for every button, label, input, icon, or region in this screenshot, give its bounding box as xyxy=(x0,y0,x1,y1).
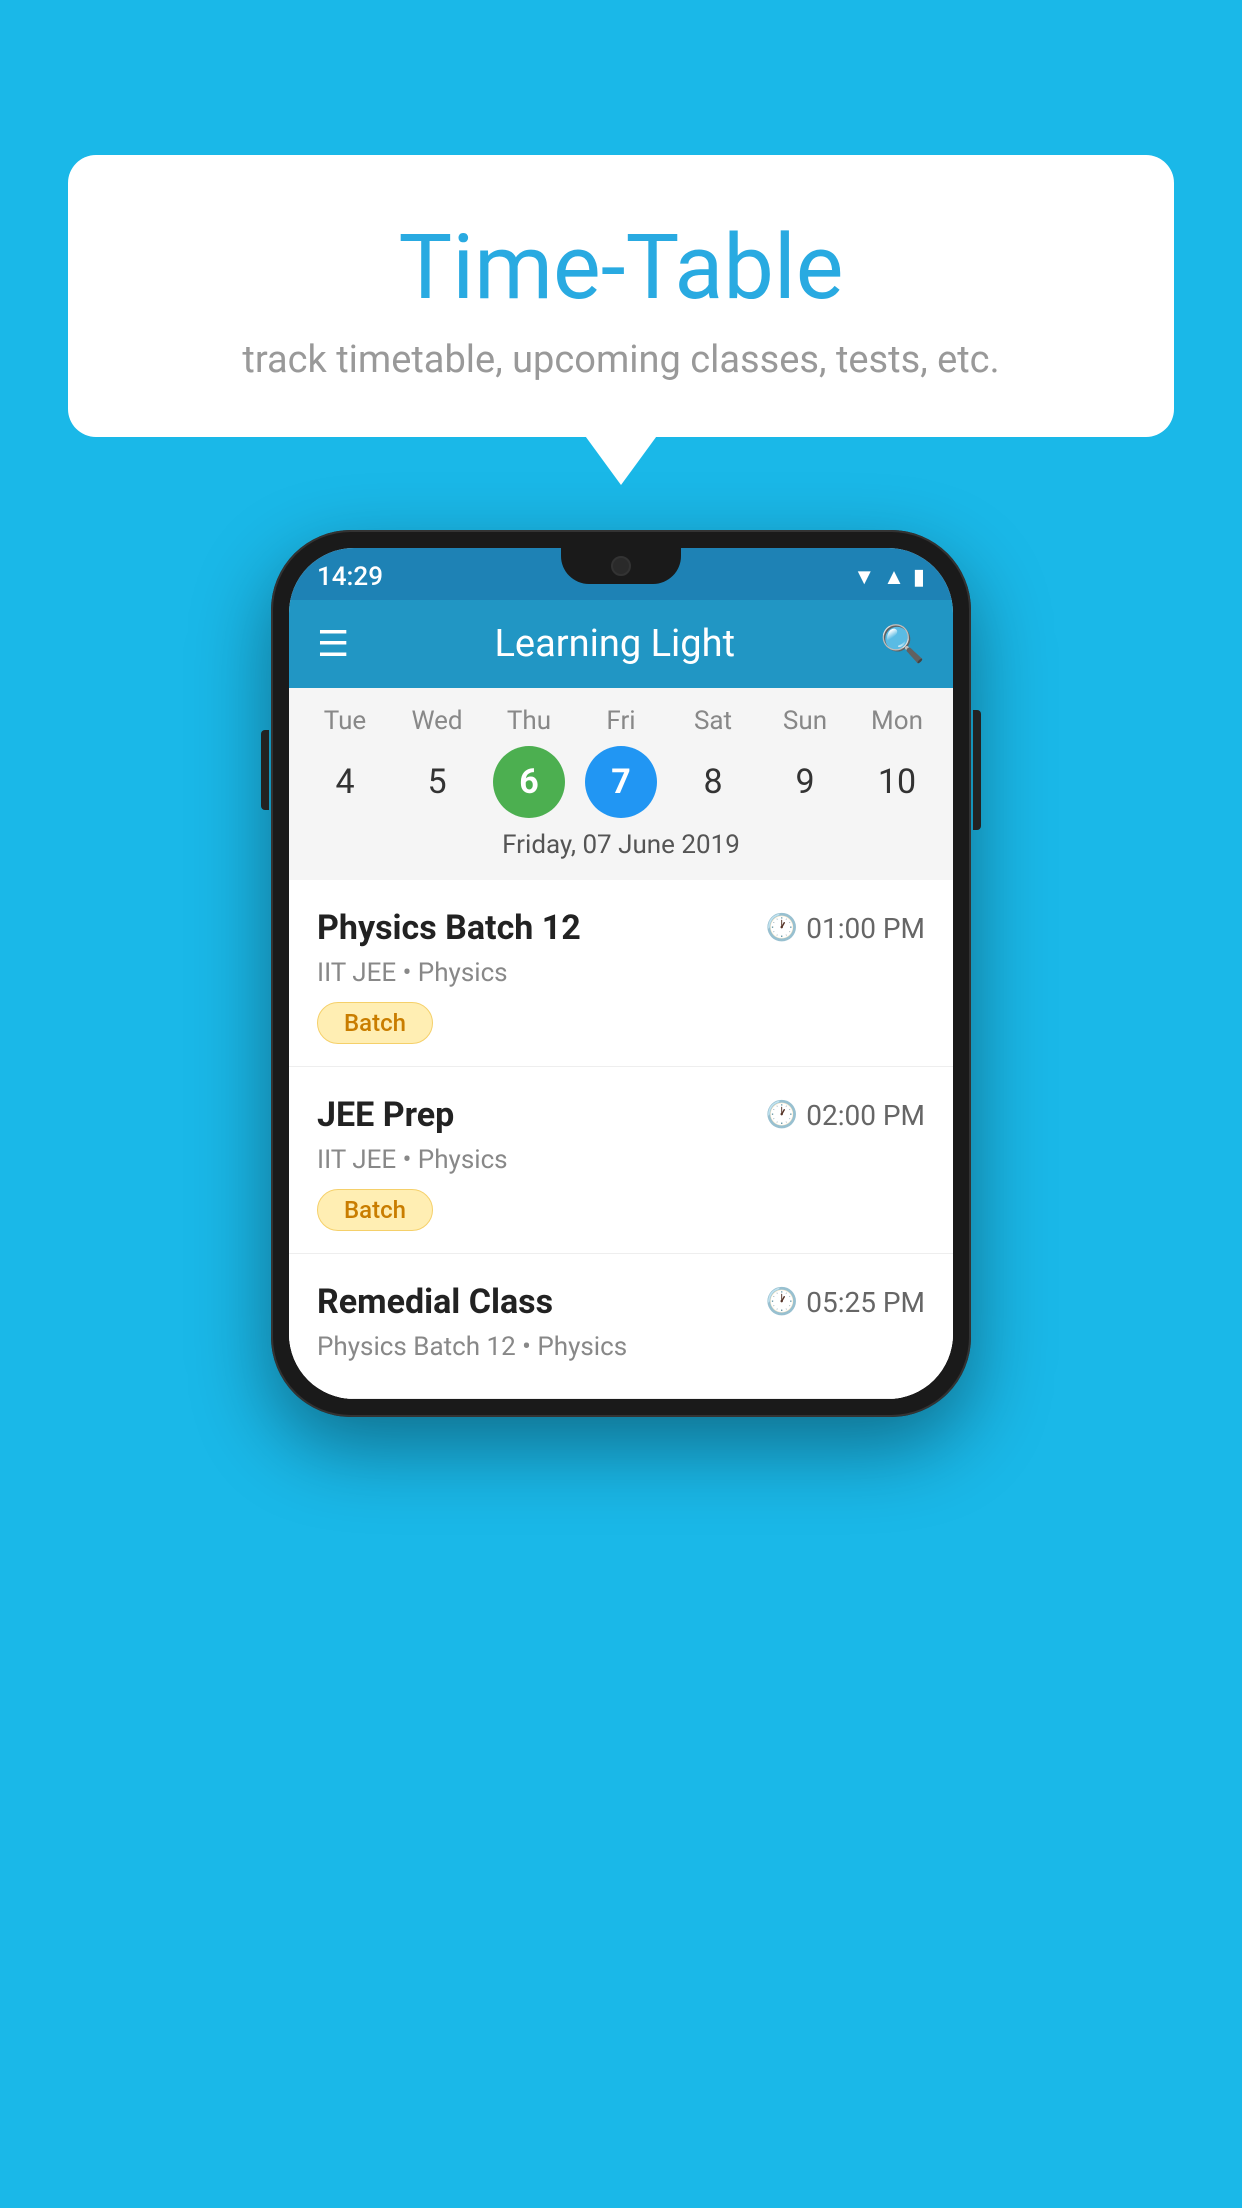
calendar-strip[interactable]: Tue Wed Thu Fri Sat Sun Mon 4 5 6 7 8 9 … xyxy=(289,688,953,880)
status-time: 14:29 xyxy=(317,562,383,592)
battery-icon: ▮ xyxy=(913,565,925,590)
schedule-item-1-time: 🕐 01:00 PM xyxy=(766,912,925,945)
phone-notch xyxy=(561,548,681,584)
day-header-thu: Thu xyxy=(493,706,565,736)
day-5[interactable]: 5 xyxy=(401,746,473,818)
search-icon[interactable]: 🔍 xyxy=(880,623,925,665)
day-8[interactable]: 8 xyxy=(677,746,749,818)
batch-tag-2: Batch xyxy=(317,1189,433,1231)
phone-button-left xyxy=(261,730,269,810)
clock-icon-1: 🕐 xyxy=(766,913,798,943)
schedule-item-3-time: 🕐 05:25 PM xyxy=(766,1286,925,1319)
phone-outer: 14:29 ▼ ▲ ▮ ☰ Learning Light 🔍 Tue Wed T… xyxy=(271,530,971,1417)
clock-icon-2: 🕐 xyxy=(766,1100,798,1130)
schedule-item-1-subtitle: IIT JEE • Physics xyxy=(317,958,925,988)
app-bar: ☰ Learning Light 🔍 xyxy=(289,600,953,688)
schedule-item-1-header: Physics Batch 12 🕐 01:00 PM xyxy=(317,908,925,948)
schedule-item-1-title: Physics Batch 12 xyxy=(317,908,581,948)
schedule-item-3-title: Remedial Class xyxy=(317,1282,553,1322)
day-6-today[interactable]: 6 xyxy=(493,746,565,818)
phone-screen: 14:29 ▼ ▲ ▮ ☰ Learning Light 🔍 Tue Wed T… xyxy=(289,548,953,1399)
day-headers: Tue Wed Thu Fri Sat Sun Mon xyxy=(289,706,953,736)
day-9[interactable]: 9 xyxy=(769,746,841,818)
schedule-item-2-time: 🕐 02:00 PM xyxy=(766,1099,925,1132)
schedule-item-2-header: JEE Prep 🕐 02:00 PM xyxy=(317,1095,925,1135)
signal-icon: ▲ xyxy=(883,564,905,590)
schedule-item-1[interactable]: Physics Batch 12 🕐 01:00 PM IIT JEE • Ph… xyxy=(289,880,953,1067)
bubble-title: Time-Table xyxy=(128,215,1114,320)
phone-button-right xyxy=(973,710,981,830)
phone-mockup: 14:29 ▼ ▲ ▮ ☰ Learning Light 🔍 Tue Wed T… xyxy=(271,530,971,1417)
phone-camera xyxy=(611,556,631,576)
batch-tag-1: Batch xyxy=(317,1002,433,1044)
schedule-list: Physics Batch 12 🕐 01:00 PM IIT JEE • Ph… xyxy=(289,880,953,1399)
day-header-sun: Sun xyxy=(769,706,841,736)
schedule-item-2-title: JEE Prep xyxy=(317,1095,454,1135)
day-4[interactable]: 4 xyxy=(309,746,381,818)
selected-date-label: Friday, 07 June 2019 xyxy=(289,830,953,872)
day-header-tue: Tue xyxy=(309,706,381,736)
day-numbers: 4 5 6 7 8 9 10 xyxy=(289,746,953,818)
wifi-icon: ▼ xyxy=(853,564,875,590)
speech-bubble: Time-Table track timetable, upcoming cla… xyxy=(68,155,1174,437)
schedule-item-2-subtitle: IIT JEE • Physics xyxy=(317,1145,925,1175)
schedule-item-2[interactable]: JEE Prep 🕐 02:00 PM IIT JEE • Physics Ba… xyxy=(289,1067,953,1254)
speech-bubble-container: Time-Table track timetable, upcoming cla… xyxy=(68,155,1174,437)
app-title: Learning Light xyxy=(377,622,852,666)
clock-icon-3: 🕐 xyxy=(766,1287,798,1317)
schedule-item-3[interactable]: Remedial Class 🕐 05:25 PM Physics Batch … xyxy=(289,1254,953,1399)
day-header-mon: Mon xyxy=(861,706,933,736)
schedule-item-3-subtitle: Physics Batch 12 • Physics xyxy=(317,1332,925,1362)
day-header-fri: Fri xyxy=(585,706,657,736)
day-header-sat: Sat xyxy=(677,706,749,736)
hamburger-icon[interactable]: ☰ xyxy=(317,623,349,665)
day-10[interactable]: 10 xyxy=(861,746,933,818)
bubble-subtitle: track timetable, upcoming classes, tests… xyxy=(128,338,1114,382)
schedule-item-3-header: Remedial Class 🕐 05:25 PM xyxy=(317,1282,925,1322)
day-7-selected[interactable]: 7 xyxy=(585,746,657,818)
day-header-wed: Wed xyxy=(401,706,473,736)
status-icons: ▼ ▲ ▮ xyxy=(853,564,925,590)
